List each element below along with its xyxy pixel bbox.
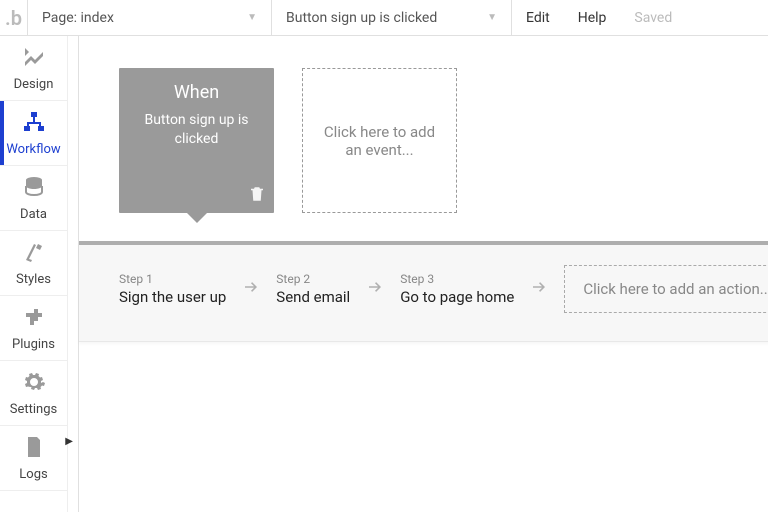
event-description: Button sign up is clicked [129, 111, 264, 149]
sidebar-item-data[interactable]: Data [0, 166, 67, 231]
add-event-label: Click here to add an event... [319, 123, 440, 159]
step-text: Send email [276, 288, 350, 306]
add-action-button[interactable]: Click here to add an action... [564, 265, 768, 313]
sidebar-item-label: Design [14, 77, 54, 92]
topbar: .b Page: index ▼ Button sign up is click… [0, 0, 768, 36]
arrow-right-icon [236, 278, 266, 300]
sidebar-item-label: Settings [10, 402, 57, 417]
workflow-canvas: When Button sign up is clicked Click her… [68, 36, 768, 512]
sidebar: Design Workflow Data Styles Plugins Sett… [0, 36, 68, 512]
design-icon [22, 45, 46, 73]
sidebar-item-plugins[interactable]: Plugins [0, 296, 67, 361]
sidebar-item-settings[interactable]: Settings [0, 361, 67, 426]
help-link[interactable]: Help [564, 0, 621, 35]
sidebar-item-label: Data [20, 207, 47, 222]
sidebar-item-label: Styles [16, 272, 51, 287]
sidebar-item-styles[interactable]: Styles [0, 231, 67, 296]
step-label: Step 1 [119, 272, 226, 286]
page-dropdown[interactable]: Page: index ▼ [28, 0, 272, 35]
caret-down-icon: ▼ [207, 12, 257, 23]
gear-icon [22, 370, 46, 398]
sidebar-item-label: Plugins [12, 337, 55, 352]
event-dropdown-label: Button sign up is clicked [286, 10, 437, 26]
steps-container: Step 1 Sign the user up Step 2 Send emai… [79, 241, 768, 342]
delete-event-button[interactable] [248, 185, 266, 207]
caret-down-icon: ▼ [447, 12, 497, 23]
page-dropdown-label: Page: index [42, 10, 114, 26]
logs-icon [22, 435, 46, 463]
step-3[interactable]: Step 3 Go to page home [400, 272, 514, 306]
event-card[interactable]: When Button sign up is clicked [119, 68, 274, 213]
sidebar-item-workflow[interactable]: Workflow [0, 101, 67, 166]
add-event-button[interactable]: Click here to add an event... [302, 68, 457, 213]
arrow-right-icon [524, 278, 554, 300]
event-title: When [129, 82, 264, 103]
step-1[interactable]: Step 1 Sign the user up [119, 272, 226, 306]
add-action-label: Click here to add an action... [583, 280, 768, 298]
step-2[interactable]: Step 2 Send email [276, 272, 350, 306]
step-text: Go to page home [400, 288, 514, 306]
sidebar-item-design[interactable]: Design [0, 36, 67, 101]
workflow-icon [22, 110, 46, 138]
trash-icon [248, 191, 266, 207]
sidebar-item-logs[interactable]: Logs [0, 426, 67, 491]
step-label: Step 2 [276, 272, 350, 286]
step-text: Sign the user up [119, 288, 226, 306]
sidebar-item-label: Logs [19, 467, 47, 482]
data-icon [22, 175, 46, 203]
step-label: Step 3 [400, 272, 514, 286]
arrow-right-icon [360, 278, 390, 300]
styles-icon [22, 240, 46, 268]
edit-link[interactable]: Edit [512, 0, 564, 35]
saved-status: Saved [620, 0, 686, 35]
plugins-icon [22, 305, 46, 333]
sidebar-item-label: Workflow [6, 142, 60, 157]
event-dropdown[interactable]: Button sign up is clicked ▼ [272, 0, 512, 35]
app-logo: .b [0, 0, 28, 35]
